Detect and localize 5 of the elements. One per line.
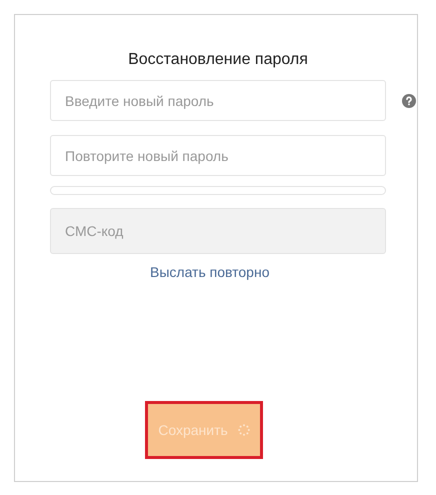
input-field[interactable]: Введите новый пароль [50, 80, 386, 121]
resend-link[interactable]: Выслать повторно [150, 264, 270, 280]
input-field[interactable]: Повторите новый пароль [50, 135, 386, 176]
form-title: Восстановление пароля [127, 51, 309, 69]
help-icon[interactable] [402, 94, 416, 108]
